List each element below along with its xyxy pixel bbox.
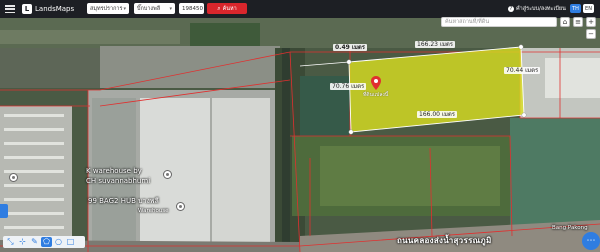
zoom-in-icon[interactable]: + (586, 17, 596, 27)
logo[interactable]: L LandsMaps (22, 4, 74, 14)
edit-icon[interactable]: ✎ (29, 237, 40, 247)
road-label: ถนนคลองส่งน้ำสุวรรณภูมิ (397, 236, 492, 245)
province-select[interactable]: สมุทรปราการ ▾ (87, 3, 129, 14)
side-panel-toggle[interactable] (0, 204, 8, 218)
location-pin-icon[interactable] (371, 76, 381, 90)
map-view[interactable]: 166.23 เมตร 0.49 เมตร 70.44 เมตร 70.76 เ… (0, 18, 600, 252)
chevron-down-icon: ▾ (169, 5, 172, 12)
circle-icon[interactable]: ○ (53, 237, 64, 247)
plot-top-edge-label: 166.23 เมตร (415, 41, 456, 48)
user-icon: ? (508, 6, 514, 12)
poi-icon[interactable] (176, 202, 185, 211)
district-select-value: บิ๊กบางพลี (137, 5, 161, 12)
chevron-down-icon: ▾ (123, 5, 126, 12)
search-icon: ⌕ (217, 4, 221, 12)
search-button-label: ค้นหา (222, 5, 237, 12)
plot-corner-label: 0.49 เมตร (333, 44, 368, 51)
search-button[interactable]: ⌕ ค้นหา (207, 3, 247, 14)
satellite-map (0, 18, 600, 252)
poi-label[interactable]: 99 BAG2 HUB บางพลี (88, 198, 159, 205)
poi-sublabel: CH suvannabhumi (86, 177, 151, 185)
lang-en-button[interactable]: EN (583, 4, 594, 13)
plot-left-edge-label: 70.76 เมตร (330, 83, 367, 90)
poi-label[interactable]: K warehouse by (86, 168, 142, 175)
login-link[interactable]: ? คำสู่ระบบ/ลงทะเบียน (508, 5, 566, 13)
province-select-value: สมุทรปราการ (90, 5, 123, 12)
poi-sublabel: Warehouse (138, 208, 169, 214)
rectangle-icon[interactable]: □ (65, 237, 76, 247)
draw-line-icon[interactable]: ⤡ (5, 237, 16, 247)
plot-right-edge-label: 70.44 เมตร (504, 67, 541, 74)
logo-text: LandsMaps (35, 5, 75, 13)
plot-bottom-edge-label: 166.00 เมตร (417, 111, 458, 118)
district-select[interactable]: บิ๊กบางพลี ▾ (134, 3, 175, 14)
map-toolbar: ⤡ ⊹ ✎ ⬠ ○ □ (3, 236, 85, 248)
place-label: Bang Pakong (552, 225, 588, 231)
logo-icon: L (22, 4, 32, 14)
plot-name-label: ที่ดินแปลงนี้ (363, 92, 389, 98)
home-icon[interactable]: ⌂ (560, 17, 570, 27)
poi-icon[interactable] (9, 173, 18, 182)
parcel-number-input[interactable]: 198450 (179, 3, 204, 14)
map-search-input[interactable]: ค้นหาสถานที่/ที่ดิน (441, 17, 557, 27)
polygon-icon[interactable]: ⬠ (41, 237, 52, 247)
login-link-label: คำสู่ระบบ/ลงทะเบียน (516, 6, 566, 12)
hamburger-icon[interactable] (5, 5, 15, 13)
more-options-icon[interactable]: ⋯ (582, 232, 600, 250)
layers-icon[interactable]: ≡ (573, 17, 583, 27)
poi-icon[interactable] (163, 170, 172, 179)
lang-th-button[interactable]: TH (570, 4, 581, 13)
zoom-out-icon[interactable]: − (586, 29, 596, 39)
measure-icon[interactable]: ⊹ (17, 237, 28, 247)
